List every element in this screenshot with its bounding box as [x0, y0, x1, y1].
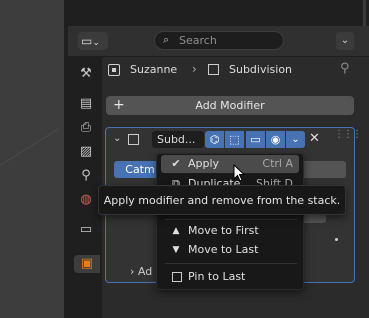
drag-handle-icon[interactable]: ⋮⋮⋮: [334, 129, 362, 140]
chevron-down-icon: ⌄: [340, 35, 350, 46]
tool-icon[interactable]: ⚒: [77, 65, 95, 83]
breadcrumb: Suzanne › Subdivision ⚲: [108, 61, 358, 82]
view-layer-icon[interactable]: ▨: [77, 143, 95, 161]
menu-item-move-to-first[interactable]: ▲ Move to First: [161, 222, 299, 240]
modifier-name-field[interactable]: Subd...: [152, 131, 204, 148]
render-icon[interactable]: ▤: [77, 95, 95, 113]
tooltip: Apply modifier and remove from the stack…: [98, 185, 346, 215]
breadcrumb-modifier: Subdivision: [229, 63, 293, 76]
menu-item-pin-to-last[interactable]: Pin to Last: [161, 268, 299, 286]
collection-icon[interactable]: ▭: [77, 221, 95, 239]
triangle-up-icon: ▲: [172, 226, 180, 236]
menu-item-label: Move to Last: [188, 243, 259, 256]
check-icon: ✔: [171, 157, 181, 170]
menu-item-shortcut: Ctrl A: [262, 157, 293, 170]
add-modifier-label: Add Modifier: [195, 99, 265, 112]
collapse-chevron-icon[interactable]: ⌄: [113, 133, 121, 144]
search-icon: ⌕: [163, 33, 170, 46]
editor-type-button[interactable]: ▭⌄: [78, 32, 108, 50]
output-icon[interactable]: ⎙: [77, 119, 95, 137]
area-scrollbar[interactable]: [363, 0, 366, 26]
object-icon[interactable]: ▣: [74, 255, 100, 273]
world-icon[interactable]: ◍: [77, 191, 95, 209]
menu-item-label: Pin to Last: [188, 270, 246, 283]
checkbox-icon: [172, 272, 182, 282]
properties-header: ▭⌄ ⌕ ⌄: [68, 26, 369, 57]
modifier-icon: [208, 64, 219, 75]
render-toggle-icon[interactable]: ◉: [266, 131, 285, 148]
3d-viewport[interactable]: [0, 0, 68, 318]
modifier-menu-button[interactable]: ⌄: [286, 131, 305, 148]
menu-item-apply[interactable]: ✔ Apply Ctrl A: [161, 155, 299, 173]
decorator-dot: [335, 238, 338, 241]
modifier-type-icon: [128, 134, 139, 145]
object-icon: [108, 64, 120, 76]
options-dropdown-button[interactable]: ⌄: [336, 32, 354, 50]
scene-icon[interactable]: ⚲: [77, 167, 95, 185]
chevron-right-icon: ›: [192, 62, 197, 76]
menu-item-label: Apply: [188, 157, 220, 170]
pin-icon[interactable]: ⚲: [340, 61, 350, 76]
triangle-down-icon: ▼: [172, 245, 180, 255]
properties-tabs: ⚒ ▤ ⎙ ▨ ⚲ ◍ ▭ ▣: [68, 57, 102, 318]
properties-editor-icon: ▭: [81, 34, 93, 48]
chevron-down-icon: ⌄: [291, 134, 300, 145]
add-modifier-button[interactable]: + Add Modifier: [106, 96, 354, 115]
viewport-toggle-icon[interactable]: ▭: [246, 131, 265, 148]
menu-separator: [165, 219, 297, 220]
on-cage-toggle-icon[interactable]: ⬚: [225, 131, 244, 148]
search-input[interactable]: [179, 33, 279, 48]
menu-item-move-to-last[interactable]: ▼ Move to Last: [161, 241, 299, 259]
edit-mode-toggle-icon[interactable]: ⌬: [205, 131, 224, 148]
advanced-subpanel[interactable]: › Ad: [130, 265, 152, 278]
remove-modifier-icon[interactable]: ✕: [309, 131, 320, 146]
upper-area: [68, 0, 369, 26]
breadcrumb-object: Suzanne: [130, 63, 178, 76]
menu-separator: [165, 263, 297, 264]
search-field[interactable]: ⌕: [154, 31, 284, 50]
advanced-label: Ad: [137, 265, 153, 278]
viewport-grid-line: [0, 129, 58, 166]
mouse-cursor-icon: [233, 164, 246, 182]
menu-item-label: Move to First: [188, 224, 259, 237]
chevron-down-icon: ⌄: [92, 38, 100, 48]
modifier-dropdown-menu: ✔ Apply Ctrl A ⧉ Duplicate Shift D ▲ Mov…: [156, 153, 304, 290]
